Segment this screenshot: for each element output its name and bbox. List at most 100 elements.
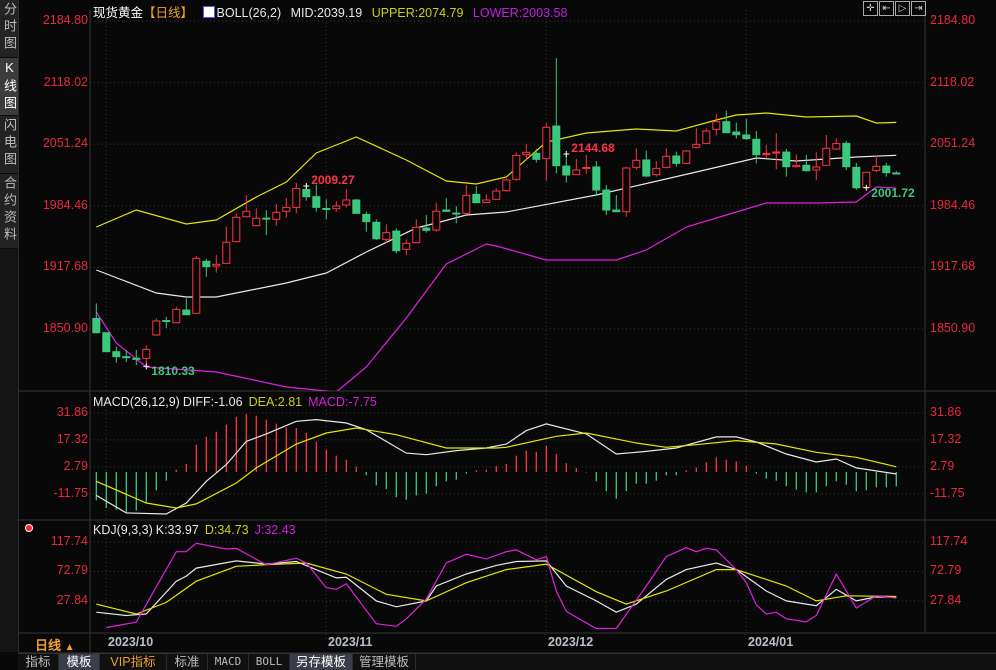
candle [422,215,431,233]
macd-value: MACD:-7.75 [308,395,377,409]
candle-body [742,134,751,140]
candle-body [882,165,891,174]
candle-body [162,320,171,323]
bottom-tab-5[interactable]: BOLL [249,654,290,670]
candle [212,255,221,273]
candle-body [732,131,741,136]
candle [582,154,591,174]
candle-body [852,166,861,189]
candle-body [422,227,431,231]
extreme-marker [563,150,570,157]
candle-body [372,221,381,240]
bottom-tab-7[interactable]: 管理模板 [353,654,416,670]
kdj-axis-label-right: 27.84 [930,592,962,607]
candle-body [752,138,761,156]
bottom-tab-2[interactable]: VIP指标 [100,654,167,670]
symbol-name: 现货黄金 [93,6,144,20]
candle-body [152,320,161,336]
candle-body [662,155,671,168]
kdj-axis-label-left: 72.79 [56,563,88,578]
candle [602,184,611,216]
candle-body [722,121,731,134]
candle-body [322,207,331,210]
boll-upper-line [96,112,897,228]
candle [332,201,341,212]
candle [762,145,771,159]
candle-body [642,159,651,177]
boll-icon [202,6,215,18]
candle [672,151,681,167]
candle-body [432,210,441,231]
zoom-in-range-icon[interactable]: ⇤ [879,1,894,16]
candle-body [342,199,351,206]
price-axis-label-left: 1917.68 [42,259,88,274]
extreme-marker [303,182,310,189]
candle-body [792,164,801,168]
candle-body [542,126,551,160]
candle [182,298,191,316]
macd-axis-label-left: 17.32 [56,431,88,446]
candle-body [412,226,421,244]
candle-body [602,189,611,211]
price-axis-label-right: 2184.80 [930,13,976,27]
candle-body [332,205,341,210]
candle [562,153,571,183]
candle-body [622,167,631,213]
bottom-tab-4[interactable]: MACD [208,654,249,670]
price-extreme-label: 2144.68 [571,140,615,155]
candle [802,154,811,172]
candle [682,150,691,165]
price-axis-label-left: 2184.80 [42,13,88,27]
move-right-icon[interactable]: ⇥ [911,1,926,16]
candle [842,140,851,171]
bottom-tab-3[interactable]: 标准 [167,654,208,670]
candle-body [652,167,661,176]
candle-body [392,230,401,252]
bottom-tab-0[interactable]: 指标 [18,654,59,670]
kdj-axis-label-right: 72.79 [930,563,962,578]
period-label: 【日线】 [143,6,194,20]
kdj-j: J:32.43 [254,523,296,537]
candle-body [462,194,471,214]
price-axis-label-right: 1850.90 [930,320,976,335]
candle-body [612,209,621,213]
candle-body [172,308,181,324]
chart-canvas[interactable] [0,0,996,669]
crosshair-icon[interactable]: ✛ [863,1,878,16]
candle [592,160,601,197]
candle-body [482,199,491,203]
kdj-name: KDJ(9,3,3) [93,523,153,537]
candle-body [212,263,221,267]
candle [892,171,901,175]
candle [492,188,501,200]
candle-body [182,309,191,316]
play-forward-icon[interactable]: ▷ [895,1,910,16]
candle [812,152,821,180]
kdj-d-line [96,562,897,615]
candle-body [202,260,211,268]
candle [732,122,741,139]
candle [872,155,881,173]
candle-body [362,213,371,223]
boll-name: BOLL(26,2) [216,6,282,20]
candle [652,160,661,177]
candle-body [762,153,771,156]
candle-body [502,179,511,192]
boll-lower: LOWER:2003.58 [472,6,568,20]
candle-body [802,164,811,172]
candle-body [552,125,561,167]
indicator-active-icon[interactable] [22,521,36,535]
candle-body [292,187,301,208]
macd-name: MACD(26,12,9) [93,395,180,409]
kdj-k: K:33.97 [155,523,199,537]
period-selector[interactable]: 日线 ▲ [35,635,75,654]
candle [822,134,831,166]
candle [292,182,301,214]
candle [392,228,401,254]
bottom-tab-1[interactable]: 模板 [59,654,100,670]
bottom-tab-6[interactable]: 另存模板 [290,654,353,670]
candle-body [402,242,411,250]
candle [162,316,171,328]
candle [172,306,181,324]
candle [382,224,391,243]
